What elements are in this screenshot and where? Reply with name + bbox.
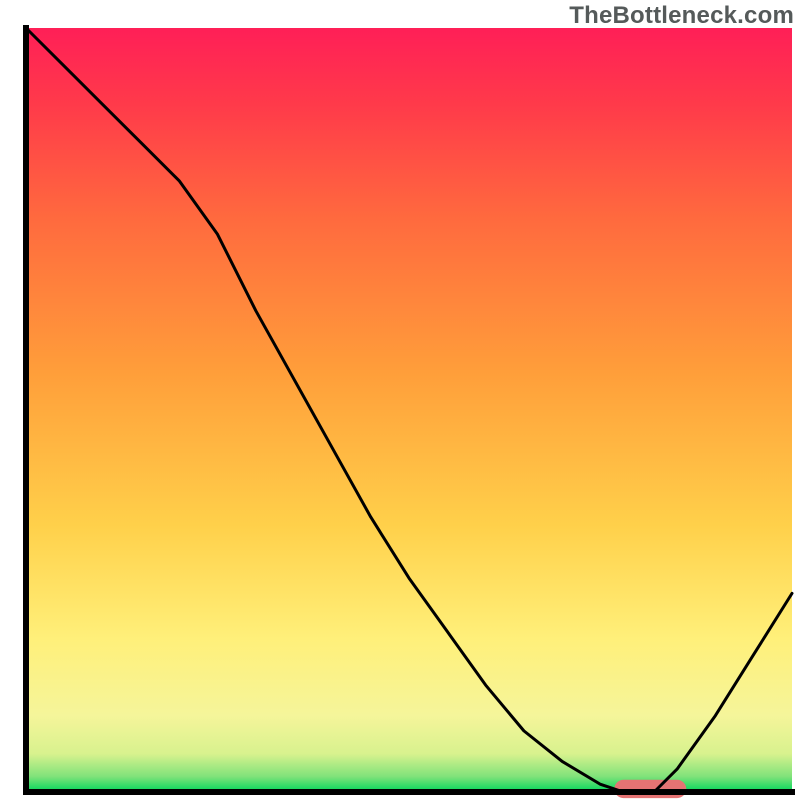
watermark: TheBottleneck.com bbox=[569, 2, 794, 30]
bottleneck-chart bbox=[0, 0, 800, 800]
